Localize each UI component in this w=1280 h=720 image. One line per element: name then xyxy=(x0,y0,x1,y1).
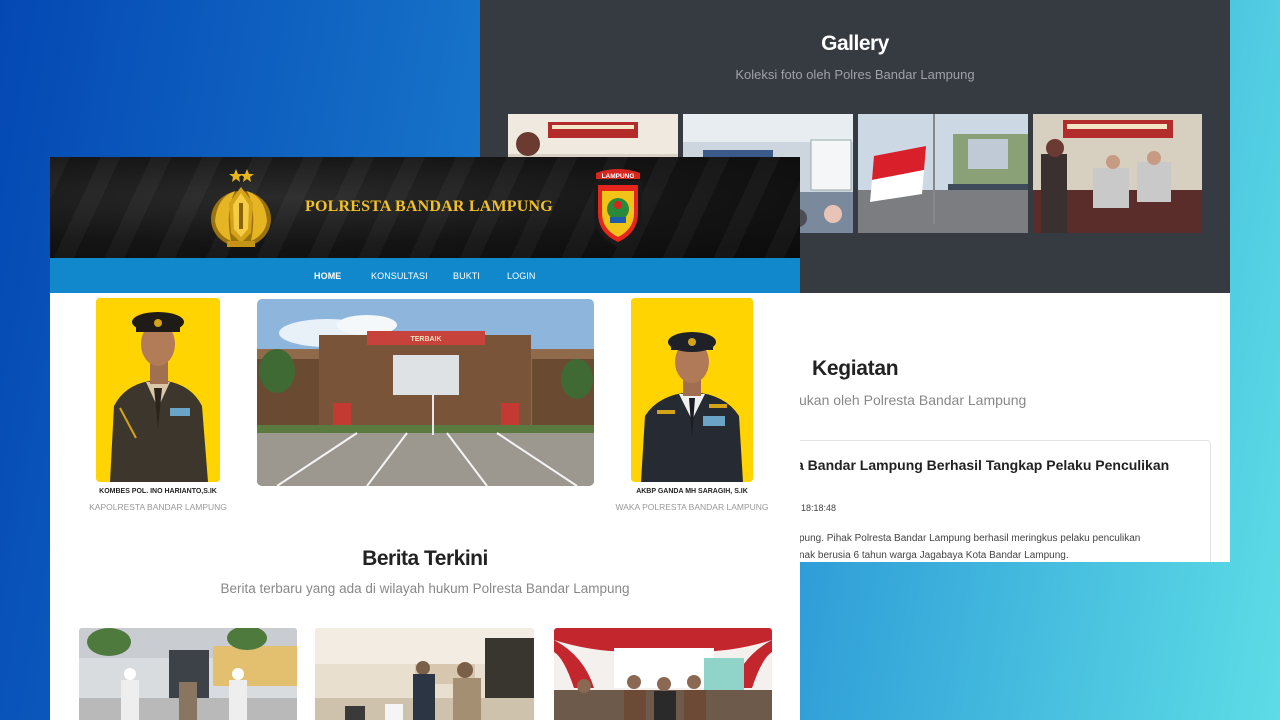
nav-login[interactable]: LOGIN xyxy=(507,258,536,293)
berita-subtitle: Berita terbaru yang ada di wilayah hukum… xyxy=(220,581,630,596)
site-header-banner: POLRESTA BANDAR LAMPUNG LAMPUNG xyxy=(50,157,800,258)
officer-name: KOMBES POL. INO HARIANTO,S.IK xyxy=(99,488,217,495)
kegiatan-subtitle: ukan oleh Polresta Bandar Lampung xyxy=(799,392,1027,408)
officer-role: KAPOLRESTA BANDAR LAMPUNG xyxy=(89,502,227,512)
nav-bukti[interactable]: BUKTI xyxy=(453,258,480,293)
article-excerpt-line: pung. Pihak Polresta Bandar Lampung berh… xyxy=(799,533,1141,544)
kegiatan-title: Kegiatan xyxy=(812,357,899,380)
officer-role: WAKA POLRESTA BANDAR LAMPUNG xyxy=(615,502,769,512)
gallery-photo[interactable] xyxy=(1033,114,1202,233)
front-screenshot: POLRESTA BANDAR LAMPUNG LAMPUNG HOME KON… xyxy=(50,157,800,720)
news-card-thumbnail[interactable] xyxy=(79,628,297,720)
article-excerpt-line: nak berusia 6 tahun warga Jagabaya Kota … xyxy=(799,550,1069,561)
nav-konsultasi[interactable]: KONSULTASI xyxy=(371,258,428,293)
article-excerpt: pung. Pihak Polresta Bandar Lampung berh… xyxy=(799,530,1219,562)
lampung-logo-text: LAMPUNG xyxy=(602,173,635,180)
tribrata-emblem-icon xyxy=(211,169,271,247)
hq-sign-text: TERBAIK xyxy=(410,336,441,343)
lampung-shield-icon: LAMPUNG xyxy=(594,169,642,247)
headquarters-photo: TERBAIK xyxy=(257,299,594,486)
berita-title: Berita Terkini xyxy=(362,547,488,570)
news-card-thumbnail[interactable] xyxy=(554,628,772,720)
news-card-thumbnail[interactable] xyxy=(315,628,534,720)
officer-portrait xyxy=(96,298,220,482)
officer-portrait xyxy=(631,298,753,482)
main-navbar: HOME KONSULTASI BUKTI LOGIN xyxy=(50,258,800,293)
gallery-photo[interactable] xyxy=(858,114,1028,233)
article-timestamp: 18:18:48 xyxy=(801,503,837,513)
site-title: POLRESTA BANDAR LAMPUNG xyxy=(305,198,553,215)
nav-home[interactable]: HOME xyxy=(314,258,341,293)
officer-name: AKBP GANDA MH SARAGIH, S.IK xyxy=(636,488,748,495)
gallery-title: Gallery xyxy=(821,32,889,55)
gallery-subtitle: Koleksi foto oleh Polres Bandar Lampung xyxy=(735,67,975,82)
article-headline[interactable]: a Bandar Lampung Berhasil Tangkap Pelaku… xyxy=(796,457,1169,473)
